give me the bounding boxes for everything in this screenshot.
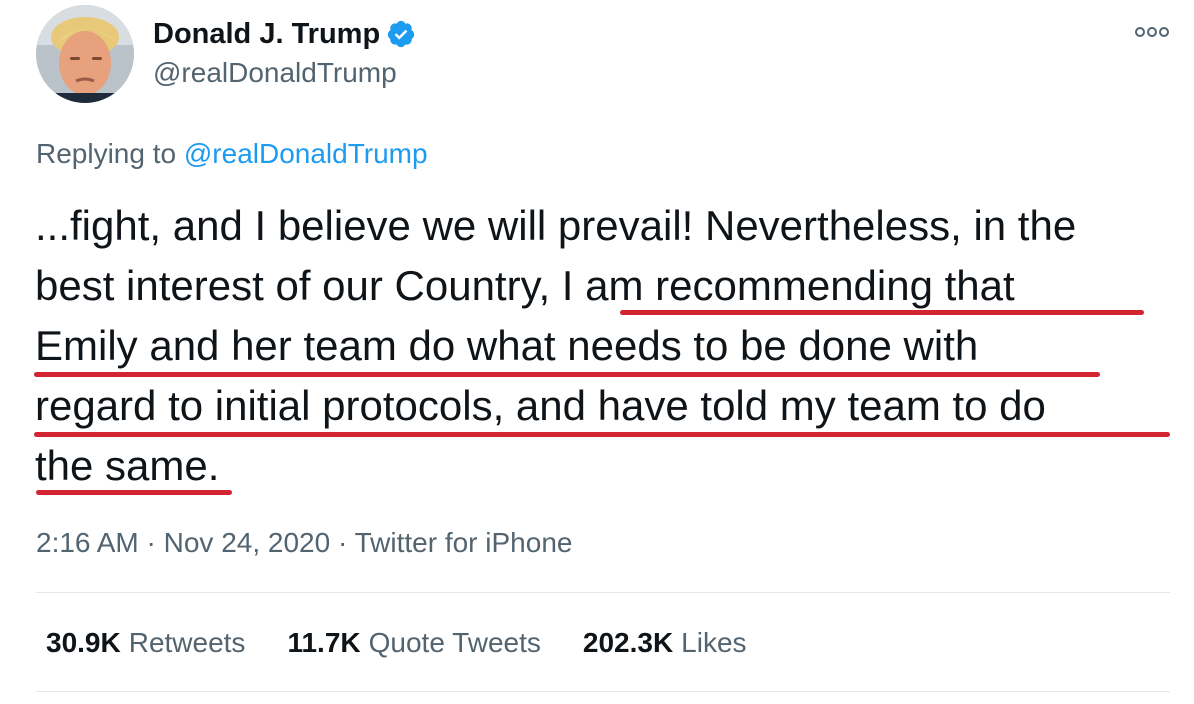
divider (36, 691, 1170, 692)
highlight-underline (620, 310, 1144, 315)
tweet-date-link[interactable]: Nov 24, 2020 (164, 527, 331, 558)
tweet-text: ...fight, and I believe we will prevail!… (35, 196, 1185, 496)
tweet-timestamp: 2:16 AM · Nov 24, 2020 · Twitter for iPh… (36, 525, 572, 561)
tweet-line-text: ...fight, and I believe we will prevail!… (35, 202, 1077, 249)
tweet-text-line: ...fight, and I believe we will prevail!… (35, 196, 1185, 256)
divider (36, 592, 1170, 593)
display-name-text[interactable]: Donald J. Trump (153, 15, 380, 53)
more-options-icon[interactable] (1133, 22, 1171, 42)
engagement-stats: 30.9K Retweets 11.7K Quote Tweets 202.3K… (46, 624, 789, 662)
likes-stat[interactable]: 202.3K Likes (583, 624, 747, 662)
tweet-line-text: the same. (35, 442, 220, 489)
highlight-underline (34, 372, 1100, 377)
reply-mention-link[interactable]: @realDonaldTrump (184, 138, 428, 169)
tweet-source-link[interactable]: Twitter for iPhone (355, 527, 573, 558)
quote-tweets-count: 11.7K (287, 627, 361, 658)
quote-tweets-stat[interactable]: 11.7K Quote Tweets (287, 624, 540, 662)
highlight-underline (36, 490, 232, 495)
retweets-count: 30.9K (46, 627, 121, 658)
retweets-stat[interactable]: 30.9K Retweets (46, 624, 245, 662)
tweet-text-line: Emily and her team do what needs to be d… (35, 316, 1185, 376)
tweet-line-text: best interest of our Country, I am recom… (35, 262, 1015, 309)
separator: · (146, 527, 156, 558)
avatar[interactable] (36, 5, 134, 103)
tweet-text-line: the same. (35, 436, 1185, 496)
author-display-name[interactable]: Donald J. Trump (153, 15, 416, 53)
tweet-line-text: regard to initial protocols, and have to… (35, 382, 1046, 429)
separator: · (337, 527, 348, 558)
quote-tweets-label: Quote Tweets (368, 627, 541, 658)
tweet-line-text: Emily and her team do what needs to be d… (35, 322, 979, 369)
tweet-text-line: best interest of our Country, I am recom… (35, 256, 1185, 316)
tweet-text-line: regard to initial protocols, and have to… (35, 376, 1185, 436)
reply-context-prefix: Replying to (36, 138, 177, 169)
reply-context: Replying to @realDonaldTrump (36, 136, 428, 172)
retweets-label: Retweets (128, 627, 246, 658)
likes-count: 202.3K (582, 627, 674, 658)
verified-badge-icon (386, 19, 416, 49)
likes-label: Likes (681, 627, 747, 658)
highlight-underline (34, 432, 1170, 437)
author-handle[interactable]: @realDonaldTrump (153, 55, 397, 91)
tweet-time-link[interactable]: 2:16 AM (36, 527, 139, 558)
